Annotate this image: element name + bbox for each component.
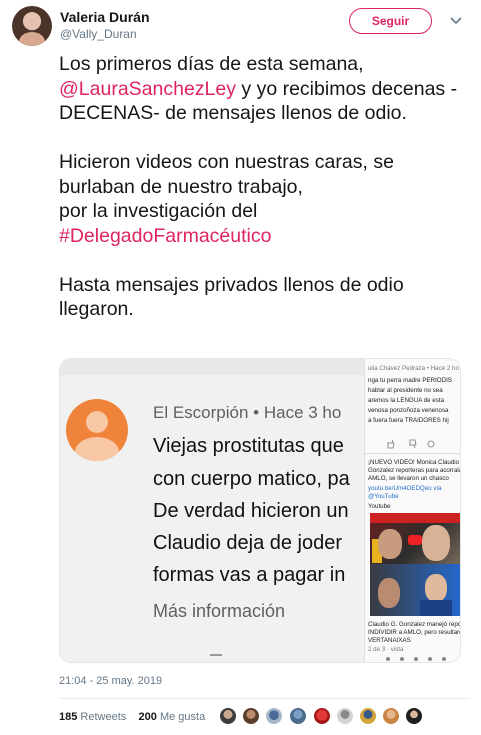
- screenshot-topbar: [60, 359, 364, 375]
- liker-avatar[interactable]: [382, 707, 400, 725]
- follow-button[interactable]: Seguir: [349, 8, 432, 34]
- chevron-down-icon[interactable]: [447, 12, 465, 30]
- tweet-text-part: Los primeros días de esta semana,: [59, 53, 364, 75]
- tweet-text: Los primeros días de esta semana, @Laura…: [59, 52, 469, 346]
- tweet-paragraph-1: Los primeros días de esta semana, @Laura…: [59, 52, 469, 126]
- likes-label[interactable]: Me gusta: [160, 711, 205, 723]
- tweet-paragraph-2: Hicieron videos con nuestras caras, se b…: [59, 150, 469, 248]
- feed-post-source: @YouTube: [368, 493, 399, 500]
- liker-avatar[interactable]: [405, 707, 423, 725]
- retweets-label[interactable]: Retweets: [80, 711, 126, 723]
- feed-divider: [365, 453, 460, 454]
- tweet-stats: 185 Retweets 200 Me gusta: [59, 711, 205, 723]
- comment-time: • Hace 3 ho: [253, 403, 342, 422]
- feed-post-line: AMLO, se llevaron un chasco: [368, 475, 449, 482]
- feed-post-meta: 2 de 3 · vista: [368, 646, 404, 653]
- liker-avatar[interactable]: [265, 707, 283, 725]
- feed-comment-line: nga tu perra madre PERIODIS: [368, 377, 452, 384]
- comment-line: formas vas a pagar in: [153, 564, 346, 586]
- feed-comment-line: hablar al presidente no sea: [368, 387, 443, 394]
- feed-comment-line: aremos la LENGUA de esta: [368, 397, 445, 404]
- author-handle[interactable]: @Vally_Duran: [60, 27, 137, 41]
- feed-post-line: VERTANAIXAS: [368, 637, 411, 644]
- comment-meta: El Escorpión • Hace 3 ho: [153, 403, 341, 423]
- tweet-text-part: por la investigación del: [59, 200, 258, 222]
- tweet-header: Valeria Durán @Vally_Duran Seguir: [10, 4, 470, 46]
- screenshot-feed[interactable]: ulia Chávez Pedraza • Hace 2 ho nga tu p…: [364, 359, 460, 662]
- comment-author: El Escorpión: [153, 403, 249, 422]
- feed-comment-header: ulia Chávez Pedraza • Hace 2 ho: [368, 365, 459, 372]
- tweet-paragraph-3: Hasta mensajes privados llenos de odio l…: [59, 273, 404, 321]
- tweet-text-part: Hicieron videos con nuestras caras, se b…: [59, 151, 394, 198]
- comment-line: con cuerpo matico, pa: [153, 468, 350, 490]
- likes-count[interactable]: 200: [139, 711, 157, 723]
- comment-line: Viejas prostitutas que: [153, 435, 344, 457]
- liker-avatar[interactable]: [336, 707, 354, 725]
- liker-avatar[interactable]: [313, 707, 331, 725]
- comment-line: De verdad hicieron un: [153, 500, 349, 522]
- liker-avatar[interactable]: [289, 707, 307, 725]
- feed-action-icons: [387, 439, 435, 449]
- tweet-timestamp[interactable]: 21:04 - 25 may. 2019: [59, 675, 162, 687]
- tweet-media[interactable]: El Escorpión • Hace 3 ho Viejas prostitu…: [59, 358, 461, 663]
- video-thumbnail: [370, 513, 460, 565]
- feed-comment-line: a fuera fuera TRAIDORES hij: [368, 417, 449, 424]
- feed-action-icons: [386, 657, 446, 661]
- author-name[interactable]: Valeria Durán: [60, 9, 150, 25]
- comment-line: Claudio deja de joder: [153, 532, 343, 554]
- video-thumbnail: [370, 564, 460, 616]
- more-info-link: Más información: [153, 601, 286, 621]
- stats-divider: [59, 698, 470, 699]
- feed-post-label: Youtube: [368, 503, 391, 510]
- liker-avatar[interactable]: [242, 707, 260, 725]
- feed-comment-line: venosa ponzoñoza venenosa: [368, 407, 449, 414]
- hashtag-link[interactable]: #DelegadoFarmacéutico: [59, 225, 271, 247]
- commenter-avatar-icon: [66, 399, 128, 461]
- author-avatar[interactable]: [12, 6, 52, 46]
- liker-avatar[interactable]: [359, 707, 377, 725]
- liker-avatar[interactable]: [219, 707, 237, 725]
- screenshot-comment[interactable]: El Escorpión • Hace 3 ho Viejas prostitu…: [60, 359, 364, 662]
- scroll-hint: [210, 654, 222, 662]
- retweets-count[interactable]: 185: [59, 711, 77, 723]
- mention-link[interactable]: @LauraSanchezLey: [59, 78, 236, 100]
